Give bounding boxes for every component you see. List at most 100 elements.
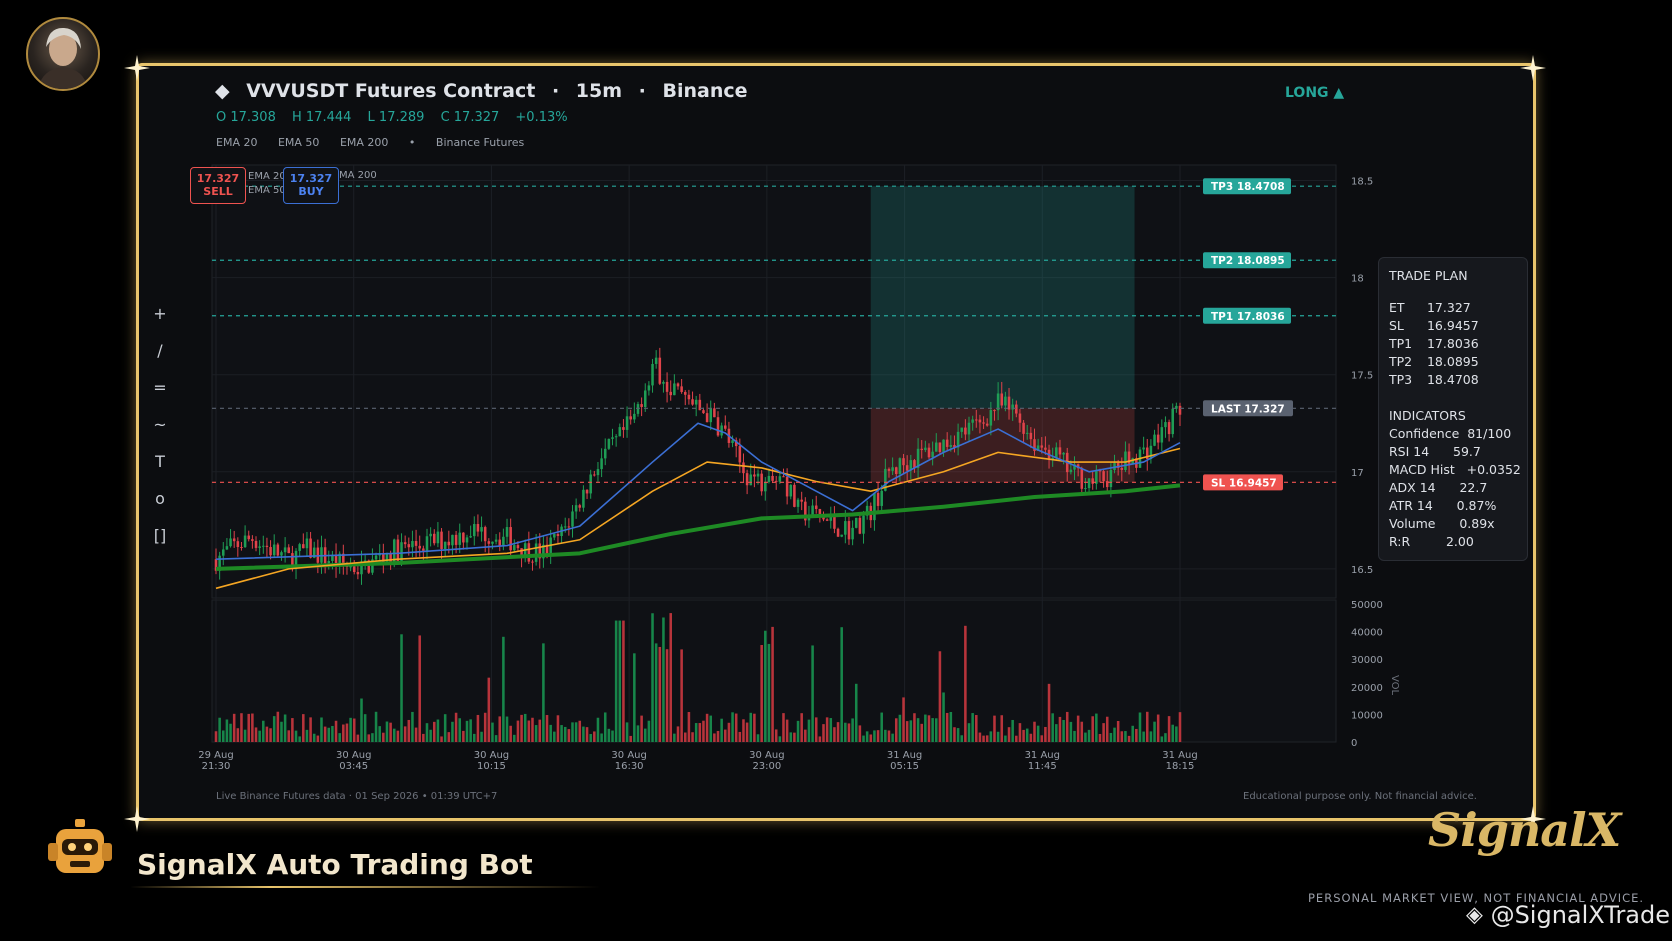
volume-bar — [614, 620, 618, 742]
candle-body — [502, 536, 505, 546]
volume-bar — [971, 713, 974, 742]
volume-bar — [327, 727, 331, 742]
volume-bar — [578, 720, 582, 742]
candle-body — [934, 442, 938, 452]
buy-price: 17.327 — [289, 172, 333, 185]
price-tick: 17 — [1351, 468, 1364, 479]
data-footer: Live Binance Futures data · 01 Sep 2026 … — [216, 791, 498, 802]
volume-bar — [1145, 711, 1149, 742]
volume-bar — [698, 723, 702, 742]
volume-bar — [229, 723, 232, 742]
candle-body — [531, 561, 534, 563]
candle-body — [967, 422, 971, 435]
volume-bar — [713, 733, 716, 742]
volume-bar — [1153, 721, 1156, 742]
volume-bar — [894, 718, 898, 742]
price-tick: 16.5 — [1351, 565, 1373, 576]
volume-bar — [1087, 729, 1091, 742]
volume-bar — [818, 736, 822, 742]
candle-body — [1109, 470, 1113, 488]
volume-bar — [436, 719, 440, 742]
candle-body — [724, 425, 727, 429]
volume-bar — [1065, 711, 1069, 742]
volume-bar — [691, 732, 694, 742]
buy-label: BUY — [298, 185, 324, 198]
candle-body — [658, 357, 662, 384]
mini-legend-ema50: EMA 50 — [248, 185, 286, 196]
candle-body — [716, 417, 720, 436]
candle-body — [749, 474, 753, 486]
price-tick: 18.5 — [1351, 177, 1373, 188]
candle-body — [887, 468, 891, 471]
candle-body — [1022, 422, 1025, 434]
candle-body — [422, 548, 425, 551]
indicator-adx: ADX 14 22.7 — [1389, 480, 1488, 495]
candle-body — [629, 416, 632, 420]
candle-body — [407, 544, 411, 548]
volume-bar — [949, 712, 953, 742]
buy-button[interactable]: 17.327 BUY — [283, 167, 339, 204]
bot-name-underline — [130, 886, 600, 888]
candle-body — [443, 541, 447, 550]
indicators-title: INDICATORS — [1389, 408, 1466, 423]
candle-body — [1004, 396, 1007, 406]
volume-bar — [236, 728, 240, 742]
volume-bar — [542, 643, 545, 742]
volume-bar — [1055, 724, 1058, 742]
social-handle[interactable]: ◈ @SignalXTrader — [1466, 900, 1672, 929]
sell-button[interactable]: 17.327 SELL — [190, 167, 246, 204]
candle-body — [298, 544, 301, 551]
x-tick-date: 31 Aug — [1025, 750, 1060, 761]
candle-body — [302, 544, 305, 549]
volume-tick: 10000 — [1351, 710, 1383, 721]
volume-bar — [625, 722, 629, 742]
candle-body — [833, 516, 836, 529]
candle-body — [578, 505, 582, 508]
volume-bar — [534, 725, 538, 742]
volume-bar — [469, 719, 472, 742]
volume-bar — [749, 712, 753, 742]
candle-body — [516, 545, 520, 549]
candle-body — [374, 555, 378, 560]
volume-bar — [1007, 727, 1011, 742]
volume-bar — [753, 713, 756, 742]
volume-bar — [582, 726, 585, 742]
candle-body — [436, 531, 440, 544]
candle-body — [611, 437, 614, 439]
candle-body — [1058, 447, 1062, 455]
indicator-volume: Volume 0.89x — [1389, 516, 1495, 531]
volume-bar — [545, 715, 549, 742]
level-label-last: LAST 17.327 — [1211, 403, 1285, 415]
plan-row: TP2 18.0895 — [1389, 354, 1479, 369]
volume-bar — [232, 713, 236, 742]
candle-body — [269, 547, 272, 556]
volume-bar — [272, 716, 276, 742]
x-tick-time: 21:30 — [202, 761, 231, 772]
candle-body — [280, 552, 283, 556]
level-label-sl: SL 16.9457 — [1211, 477, 1277, 489]
candle-body — [1153, 434, 1156, 446]
candle-body — [327, 560, 331, 564]
candle-body — [1044, 447, 1047, 450]
candle-body — [451, 534, 454, 546]
candle-body — [462, 532, 465, 543]
volume-bar — [585, 727, 589, 742]
volume-bar — [1069, 721, 1073, 742]
candle-body — [789, 484, 793, 497]
volume-bar — [349, 717, 352, 742]
volume-bar — [742, 719, 745, 742]
candle-body — [800, 499, 803, 502]
candle-body — [596, 469, 600, 476]
candle-body — [593, 474, 596, 476]
volume-bar — [654, 643, 658, 742]
candle-body — [938, 442, 942, 453]
volume-bar — [1105, 716, 1109, 742]
candle-body — [527, 543, 531, 562]
volume-bar — [269, 728, 272, 742]
trade-plan-panel: TRADE PLAN ET 17.327 SL 16.9457 TP1 17.8… — [1378, 257, 1528, 561]
volume-bar — [916, 718, 920, 742]
volume-bar — [978, 732, 982, 742]
volume-bar — [513, 734, 516, 742]
volume-bar — [1142, 731, 1145, 742]
x-tick-date: 30 Aug — [474, 750, 509, 761]
